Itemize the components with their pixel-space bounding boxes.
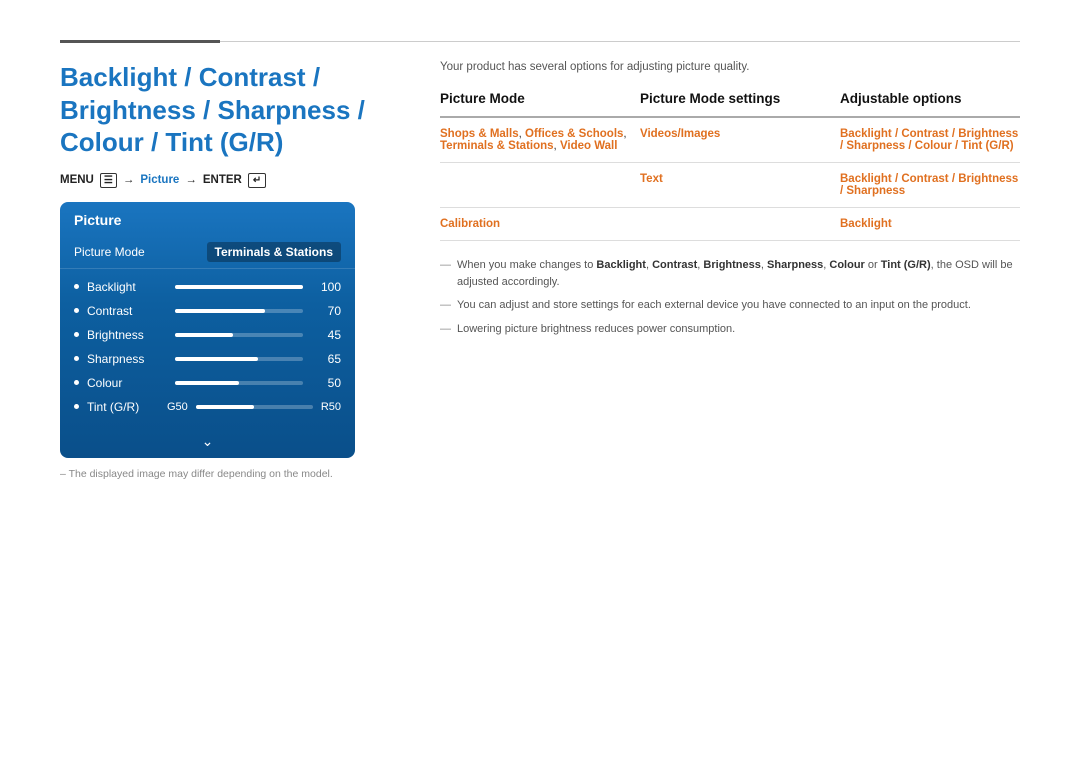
table-row: Shops & Malls, Offices & Schools, Termin… [440, 117, 1020, 163]
osd-slider-track-contrast[interactable] [175, 309, 303, 313]
mode-text-calibration: Calibration [440, 218, 500, 230]
mode-text-3: Terminals & Stations [440, 140, 554, 152]
osd-tint-label: Tint (G/R) [87, 400, 167, 414]
table-cell-settings-1: Videos/Images [640, 117, 840, 163]
enter-label: ENTER [203, 174, 242, 186]
table-header-options: Adjustable options [840, 91, 1020, 117]
menu-instruction: MENU ☰ → Picture → ENTER ↵ [60, 173, 400, 188]
note-item-3: — Lowering picture brightness reduces po… [440, 321, 1020, 338]
rule-dark [60, 40, 220, 43]
osd-tint-g-value: G50 [167, 401, 188, 413]
osd-item-value-colour: 50 [311, 376, 341, 390]
table-cell-mode-2 [440, 163, 640, 208]
settings-text-2: Text [640, 173, 663, 185]
osd-tint-fill [196, 405, 255, 409]
osd-slider-fill-colour [175, 381, 239, 385]
osd-tint-r-value: R50 [321, 401, 341, 413]
top-rule [60, 40, 1020, 43]
osd-item-dot [74, 356, 79, 361]
osd-tint-slider[interactable] [196, 405, 313, 409]
osd-header: Picture [60, 202, 355, 236]
picture-link: Picture [140, 174, 179, 186]
osd-slider-fill-brightness [175, 333, 233, 337]
osd-tint-dot [74, 404, 79, 409]
options-text-1: Backlight / Contrast / Brightness / Shar… [840, 128, 1018, 152]
note-text-2: You can adjust and store settings for ea… [457, 297, 971, 314]
table-header-settings: Picture Mode settings [640, 91, 840, 117]
table-cell-options-2: Backlight / Contrast / Brightness / Shar… [840, 163, 1020, 208]
page: Backlight / Contrast / Brightness / Shar… [0, 0, 1080, 763]
osd-slider-fill-backlight [175, 285, 303, 289]
note-dash-3: — [440, 321, 451, 338]
settings-text-1: Videos/Images [640, 128, 720, 140]
table-cell-mode-3: Calibration [440, 208, 640, 241]
osd-slider-track-backlight[interactable] [175, 285, 303, 289]
osd-item-sharpness[interactable]: Sharpness 65 [60, 347, 355, 371]
osd-item-value-sharpness: 65 [311, 352, 341, 366]
image-note: – The displayed image may differ dependi… [60, 468, 400, 480]
table-cell-options-3: Backlight [840, 208, 1020, 241]
osd-panel: Picture Picture Mode Terminals & Station… [60, 202, 355, 458]
osd-chevron[interactable]: ⌄ [60, 429, 355, 458]
osd-item-dot [74, 308, 79, 313]
osd-item-dot [74, 380, 79, 385]
left-column: Backlight / Contrast / Brightness / Shar… [60, 61, 400, 480]
osd-item-tint[interactable]: Tint (G/R) G50 R50 [60, 395, 355, 419]
mode-text-2: Offices & Schools [525, 128, 623, 140]
arrow-1: → [123, 174, 135, 186]
osd-mode-row: Picture Mode Terminals & Stations [60, 236, 355, 269]
table-cell-mode-1: Shops & Malls, Offices & Schools, Termin… [440, 117, 640, 163]
osd-slider-track-brightness[interactable] [175, 333, 303, 337]
table-cell-options-1: Backlight / Contrast / Brightness / Shar… [840, 117, 1020, 163]
intro-text: Your product has several options for adj… [440, 61, 1020, 73]
table-cell-settings-2: Text [640, 163, 840, 208]
menu-label: MENU [60, 174, 94, 186]
mode-text-1: Shops & Malls [440, 128, 519, 140]
enter-icon: ↵ [248, 173, 266, 188]
osd-mode-label: Picture Mode [74, 245, 207, 259]
mode-sep-2: , [623, 128, 626, 140]
note-item-2: — You can adjust and store settings for … [440, 297, 1020, 314]
osd-item-label-sharpness: Sharpness [87, 352, 167, 366]
options-text-2: Backlight / Contrast / Brightness / Shar… [840, 173, 1018, 197]
picture-table: Picture Mode Picture Mode settings Adjus… [440, 91, 1020, 241]
note-text-3: Lowering picture brightness reduces powe… [457, 321, 735, 338]
osd-item-dot [74, 332, 79, 337]
osd-slider-fill-contrast [175, 309, 265, 313]
osd-item-backlight[interactable]: Backlight 100 [60, 275, 355, 299]
notes-section: — When you make changes to Backlight, Co… [440, 257, 1020, 337]
table-row: Text Backlight / Contrast / Brightness /… [440, 163, 1020, 208]
note-dash-2: — [440, 297, 451, 314]
arrow-2: → [185, 174, 197, 186]
osd-item-label-backlight: Backlight [87, 280, 167, 294]
osd-item-label-colour: Colour [87, 376, 167, 390]
note-dash-1: — [440, 257, 451, 274]
osd-item-value-brightness: 45 [311, 328, 341, 342]
osd-items: Backlight 100 Contrast 70 [60, 269, 355, 429]
menu-icon: ☰ [100, 173, 117, 188]
osd-item-brightness[interactable]: Brightness 45 [60, 323, 355, 347]
osd-item-value-contrast: 70 [311, 304, 341, 318]
options-text-3: Backlight [840, 218, 892, 230]
table-header-mode: Picture Mode [440, 91, 640, 117]
osd-item-label-brightness: Brightness [87, 328, 167, 342]
osd-item-label-contrast: Contrast [87, 304, 167, 318]
osd-item-contrast[interactable]: Contrast 70 [60, 299, 355, 323]
note-item-1: — When you make changes to Backlight, Co… [440, 257, 1020, 290]
table-cell-settings-3 [640, 208, 840, 241]
osd-slider-track-sharpness[interactable] [175, 357, 303, 361]
mode-text-4: Video Wall [560, 140, 618, 152]
right-column: Your product has several options for adj… [440, 61, 1020, 480]
table-row: Calibration Backlight [440, 208, 1020, 241]
osd-item-colour[interactable]: Colour 50 [60, 371, 355, 395]
osd-slider-fill-sharpness [175, 357, 258, 361]
osd-slider-track-colour[interactable] [175, 381, 303, 385]
rule-light [220, 41, 1020, 42]
content-area: Backlight / Contrast / Brightness / Shar… [60, 61, 1020, 480]
osd-item-dot [74, 284, 79, 289]
note-text-1: When you make changes to Backlight, Cont… [457, 257, 1020, 290]
osd-mode-value: Terminals & Stations [207, 242, 341, 262]
page-title: Backlight / Contrast / Brightness / Shar… [60, 61, 400, 159]
osd-item-value-backlight: 100 [311, 280, 341, 294]
